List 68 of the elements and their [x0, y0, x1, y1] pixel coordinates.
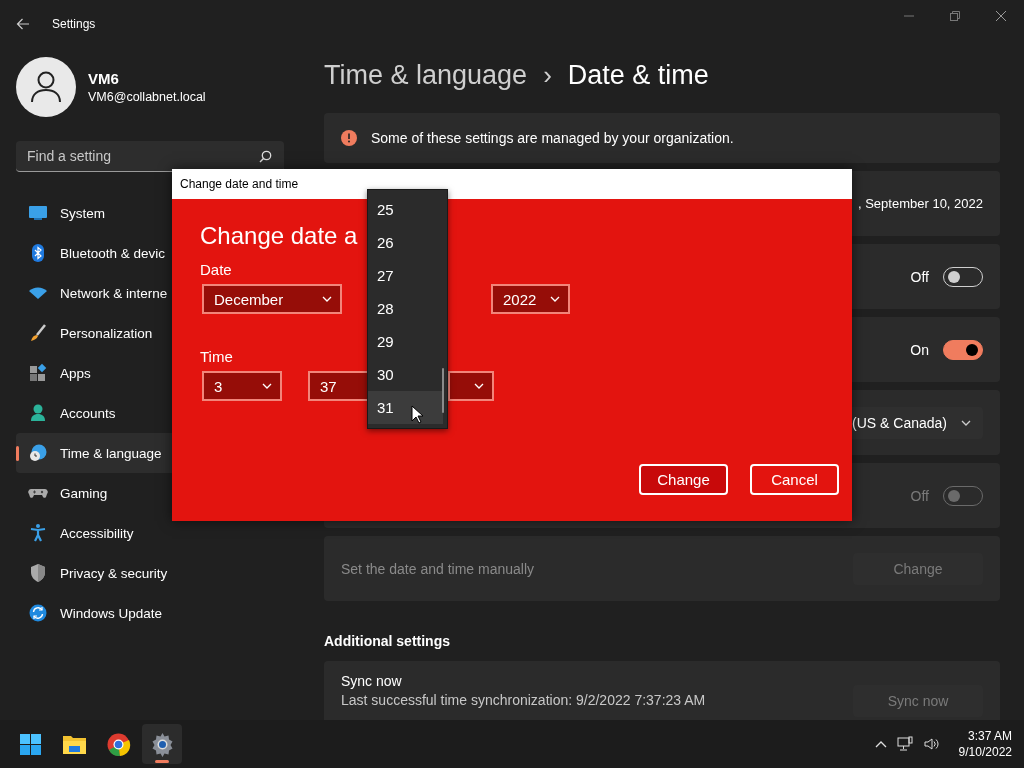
- toggle-state-label: On: [910, 341, 929, 358]
- list-option[interactable]: 29: [368, 325, 443, 358]
- cancel-button[interactable]: Cancel: [750, 464, 839, 495]
- taskbar-button[interactable]: [142, 724, 182, 764]
- breadcrumb-separator: ›: [543, 59, 552, 91]
- gear-icon: [149, 731, 175, 757]
- field-label: Time: [200, 348, 233, 365]
- clock-time: 3:37 AM: [966, 728, 1012, 744]
- chevron-down-icon: [550, 296, 560, 302]
- back-icon[interactable]: [16, 18, 30, 30]
- window-title: Settings: [52, 17, 97, 31]
- setting-description: Last successful time synchronization: 9/2/2022 7:37:23 AM: [341, 692, 706, 708]
- year-dropdown[interactable]: 2022: [491, 284, 570, 314]
- page-title: Date & time: [567, 59, 709, 91]
- person-icon: [31, 71, 61, 103]
- browser-icon: [105, 731, 131, 757]
- user-name: VM6: [88, 70, 120, 87]
- hour-dropdown[interactable]: 3: [202, 371, 282, 401]
- notice-text: Some of these settings are managed by your organization.: [371, 130, 734, 146]
- field-label: Date: [200, 261, 232, 278]
- list-option[interactable]: 27: [368, 259, 443, 292]
- apps-icon: [28, 363, 48, 383]
- chevron-down-icon: [262, 383, 272, 389]
- close-icon: [996, 11, 1006, 21]
- sidebar-item[interactable]: Gaming: [16, 473, 284, 513]
- toggle-state-label: Off: [910, 487, 929, 504]
- search-icon: [259, 150, 272, 163]
- toggle-state-label: Off: [910, 268, 929, 285]
- list-option[interactable]: 28: [368, 292, 443, 325]
- list-option[interactable]: 26: [368, 226, 443, 259]
- month-dropdown[interactable]: December: [202, 284, 342, 314]
- change-button[interactable]: Change: [639, 464, 728, 495]
- chevron-down-icon: [322, 296, 332, 302]
- info-icon: [341, 130, 357, 146]
- setting-title: Sync now: [341, 673, 403, 689]
- sidebar-item[interactable]: Windows Update: [16, 593, 284, 633]
- update-icon: [28, 603, 48, 623]
- person-icon: [28, 403, 48, 423]
- toggle-switch[interactable]: [943, 339, 983, 360]
- setting-label: Set the date and time manually: [341, 560, 534, 577]
- clock-date: 9/10/2022: [958, 744, 1012, 760]
- globe-clock-icon: [28, 443, 48, 463]
- section-heading: Additional settings: [324, 633, 451, 649]
- search-field[interactable]: Find a setting: [16, 141, 284, 172]
- user-email: VM6@collabnet.local: [88, 90, 206, 104]
- start-icon: [17, 731, 43, 757]
- monitor-icon: [28, 203, 48, 223]
- chevron-up-icon[interactable]: [874, 740, 887, 748]
- list-option[interactable]: 31: [368, 391, 443, 424]
- dialog-title: Change date and time: [172, 169, 852, 199]
- scrollbar-thumb[interactable]: [442, 368, 444, 413]
- list-option[interactable]: 30: [368, 358, 443, 391]
- network-icon[interactable]: [896, 736, 913, 752]
- brush-icon: [28, 323, 48, 343]
- accessibility-icon: [28, 523, 48, 543]
- cursor-icon: [411, 405, 423, 424]
- sidebar-item[interactable]: Accessibility: [16, 513, 284, 553]
- restore-icon: [950, 11, 960, 21]
- clock[interactable]: 3:37 AM 9/10/2022: [958, 728, 1012, 760]
- chevron-down-icon: [474, 383, 484, 389]
- dialog-heading: Change date a: [200, 221, 358, 251]
- period-dropdown[interactable]: [448, 371, 494, 401]
- sidebar-item[interactable]: Privacy & security: [16, 553, 284, 593]
- shield-icon: [28, 563, 48, 583]
- volume-icon[interactable]: [922, 736, 941, 752]
- chevron-down-icon: [961, 419, 971, 426]
- date-text: , September 10, 2022: [857, 196, 983, 211]
- breadcrumb-link[interactable]: Time & language: [324, 59, 528, 91]
